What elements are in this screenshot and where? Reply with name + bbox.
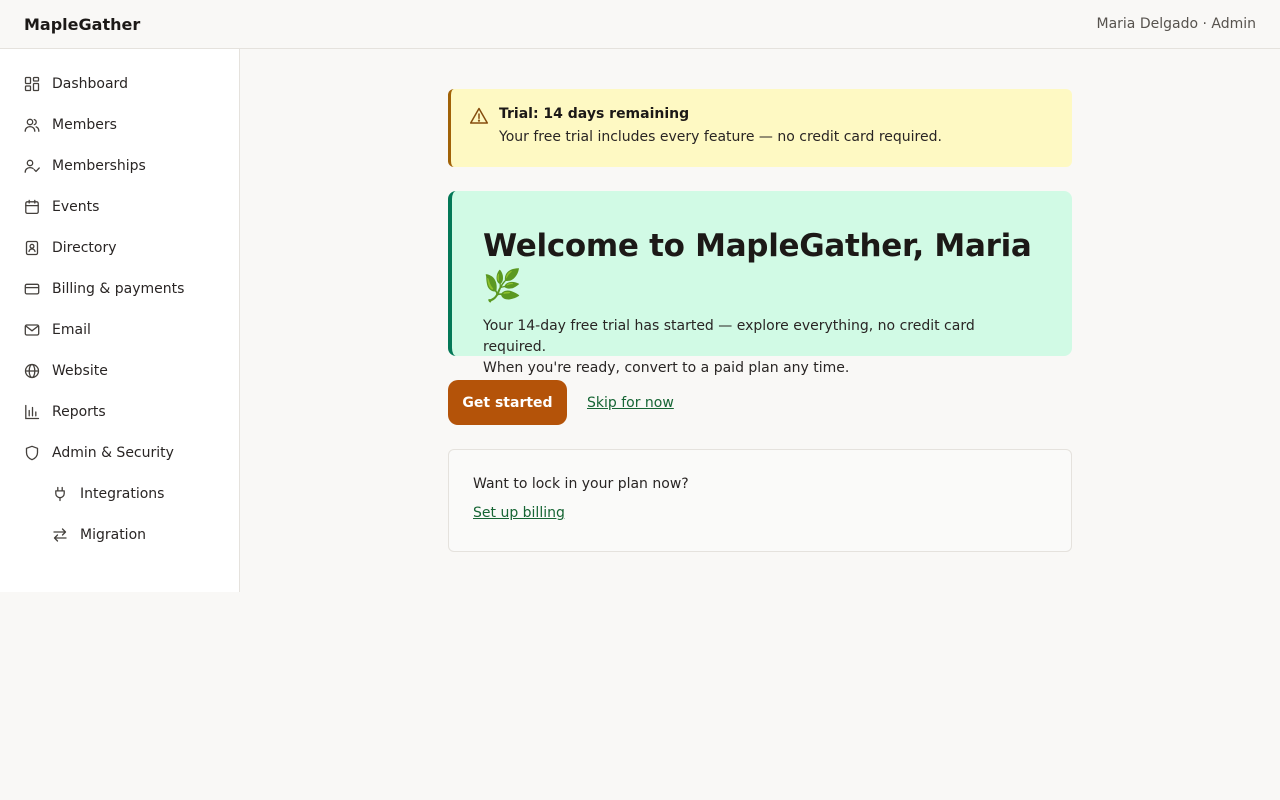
user-check-icon — [24, 158, 40, 174]
alert-title: Trial: 14 days remaining — [499, 106, 690, 122]
sidebar-item-events[interactable]: Events — [0, 186, 239, 227]
set-up-billing-link[interactable]: Set up billing — [473, 505, 565, 521]
app-logo[interactable]: MapleGather — [24, 15, 140, 34]
welcome-line-2: When you're ready, convert to a paid pla… — [483, 360, 850, 376]
sidebar-item-directory[interactable]: Directory — [0, 227, 239, 268]
welcome-panel: Welcome to MapleGather, Maria 🌿 Your 14-… — [448, 191, 1072, 376]
skip-for-now-link[interactable]: Skip for now — [587, 395, 674, 411]
users-icon — [24, 117, 40, 133]
sidebar-item-label: Members — [52, 116, 117, 133]
sidebar-item-label: Migration — [80, 526, 147, 543]
billing-card: Want to lock in your plan now? Set up bi… — [448, 449, 1072, 552]
billing-question: Want to lock in your plan now? — [473, 476, 689, 492]
welcome-description: Your 14-day free trial has started — exp… — [483, 316, 1040, 379]
sidebar-item-label: Events — [52, 198, 100, 215]
sidebar-item-label: Billing & payments — [52, 280, 185, 297]
sidebar-item-label: Reports — [52, 403, 106, 420]
sidebar-item-label: Integrations — [80, 485, 165, 502]
sidebar-item-label: Website — [52, 362, 108, 379]
sidebar-item-admin-security[interactable]: Admin & Security — [0, 432, 239, 473]
sidebar-item-integrations[interactable]: Integrations — [0, 473, 239, 514]
sidebar-item-label: Directory — [52, 239, 117, 256]
shield-icon — [24, 445, 40, 461]
grid-icon — [24, 76, 40, 92]
trial-alert: Trial: 14 days remaining Your free trial… — [448, 89, 1072, 167]
sidebar-item-members[interactable]: Members — [0, 104, 239, 145]
sidebar-item-dashboard[interactable]: Dashboard — [0, 63, 239, 104]
plug-icon — [52, 486, 68, 502]
globe-icon — [24, 363, 40, 379]
sidebar-item-label: Email — [52, 321, 91, 338]
welcome-title: Welcome to MapleGather, Maria 🌿 — [483, 228, 1032, 304]
sidebar-item-memberships[interactable]: Memberships — [0, 145, 239, 186]
calendar-icon — [24, 199, 40, 215]
sidebar-item-billing[interactable]: Billing & payments — [0, 268, 239, 309]
welcome-line-1: Your 14-day free trial has started — exp… — [483, 318, 975, 355]
main-content: Trial: 14 days remaining Your free trial… — [448, 89, 1072, 552]
top-bar: MapleGather Maria Delgado · Admin — [0, 0, 1280, 49]
contact-book-icon — [24, 240, 40, 256]
sidebar-item-migration[interactable]: Migration — [0, 514, 239, 555]
sidebar-item-reports[interactable]: Reports — [0, 391, 239, 432]
alert-body: Your free trial includes every feature —… — [499, 129, 942, 145]
mail-icon — [24, 322, 40, 338]
onboarding-actions: Get started Skip for now — [448, 380, 1072, 425]
sidebar-item-email[interactable]: Email — [0, 309, 239, 350]
get-started-button[interactable]: Get started — [448, 380, 567, 425]
sidebar-item-label: Admin & Security — [52, 444, 174, 461]
arrows-swap-icon — [52, 527, 68, 543]
credit-card-icon — [24, 281, 40, 297]
user-account-label[interactable]: Maria Delgado · Admin — [1096, 16, 1256, 32]
sidebar-item-website[interactable]: Website — [0, 350, 239, 391]
sidebar: Dashboard Members Memberships Events Dir… — [0, 49, 240, 592]
sidebar-item-label: Memberships — [52, 157, 146, 174]
sidebar-item-label: Dashboard — [52, 75, 128, 92]
warning-triangle-icon — [469, 106, 489, 126]
bar-chart-icon — [24, 404, 40, 420]
